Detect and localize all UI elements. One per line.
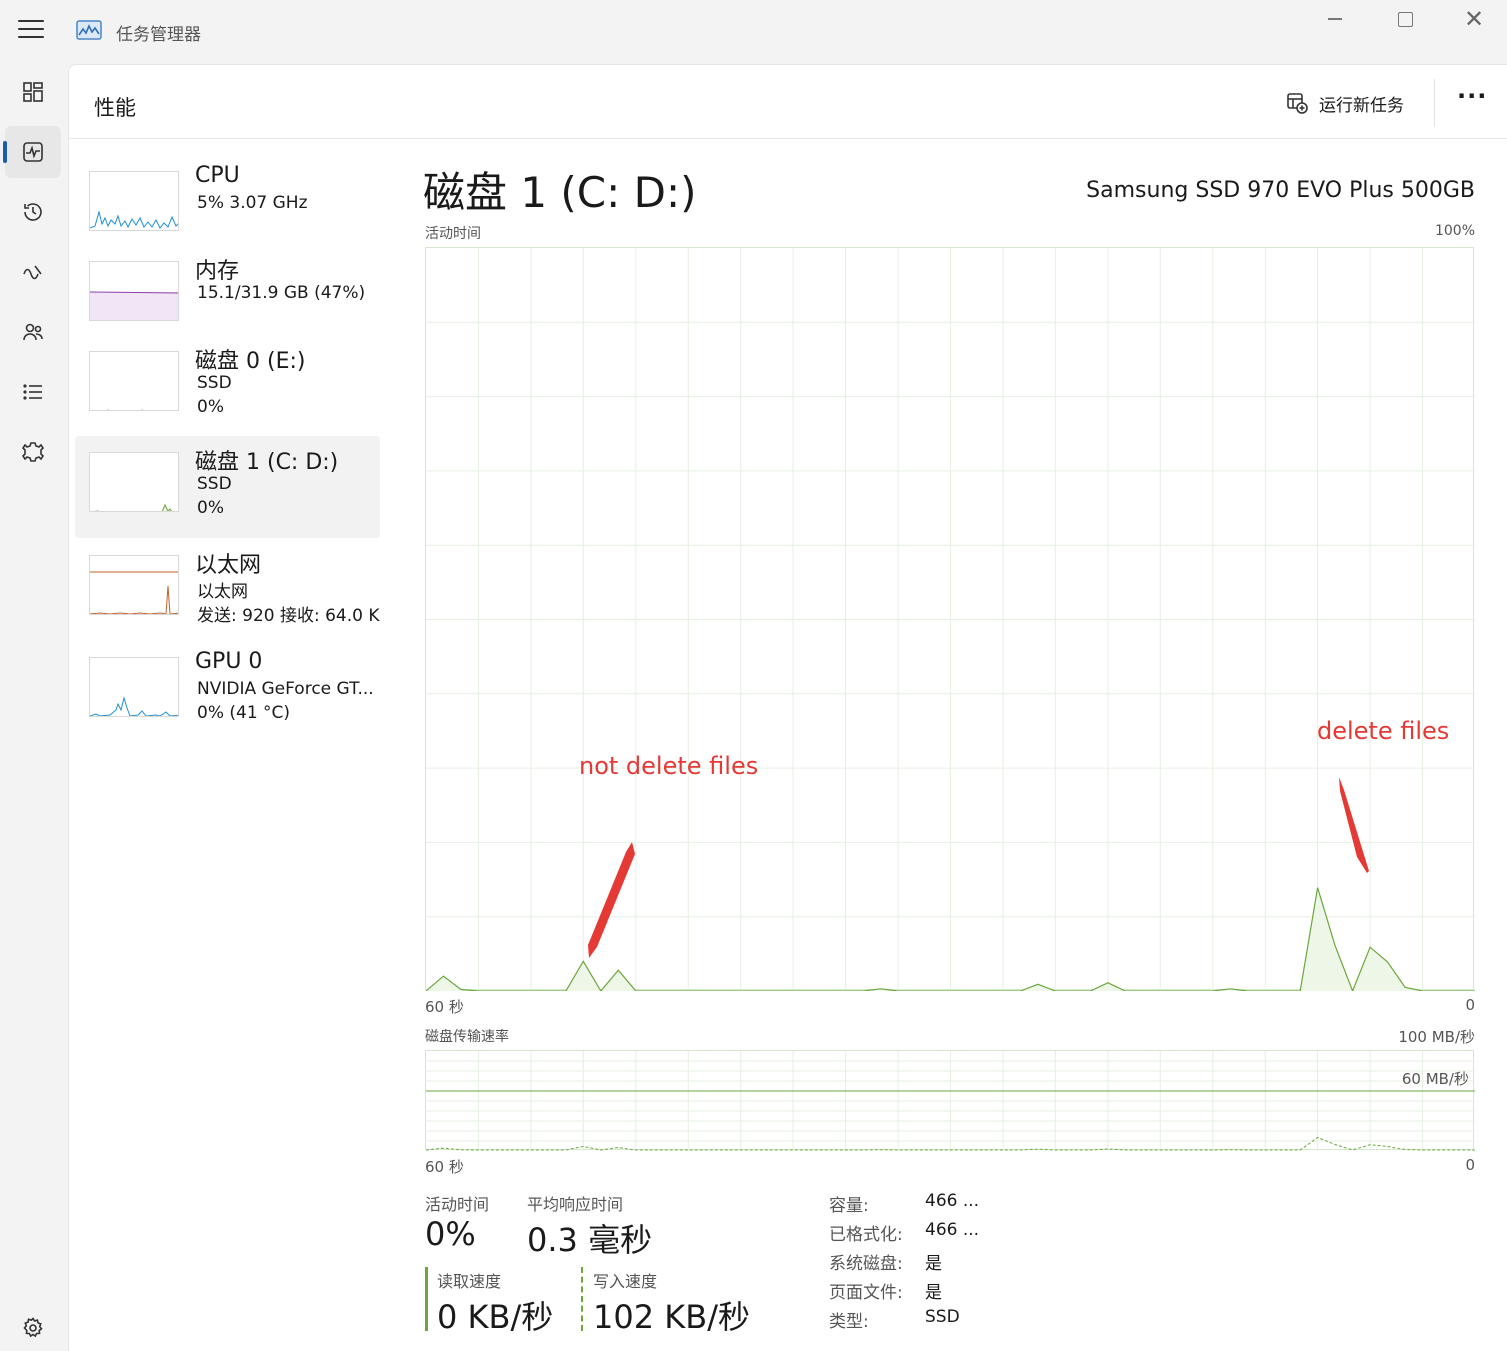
transfer-graph-svg [426, 1051, 1475, 1151]
nav-startup-apps-icon[interactable] [5, 246, 61, 298]
transfer-time-left: 60 秒 [425, 1158, 464, 1176]
avg-response-label: 平均响应时间 [527, 1195, 624, 1214]
hamburger-menu-icon[interactable] [18, 20, 44, 44]
property-page-file-value: 是 [925, 1283, 942, 1303]
activity-time-left: 60 秒 [425, 998, 464, 1016]
disk-model: Samsung SSD 970 EVO Plus 500GB [1086, 178, 1475, 203]
read-speed-value: 0 KB/秒 [437, 1298, 554, 1336]
transfer-graph-label: 磁盘传输速率 [425, 1029, 509, 1045]
nav-services-icon[interactable] [5, 426, 61, 478]
title-bar: 任务管理器 ✕ [0, 0, 1507, 64]
property-formatted-value: 466 ... [925, 1220, 980, 1240]
nav-details-icon[interactable] [5, 366, 61, 418]
main-panel: 性能 运行新任务 ··· CPU 5% 3.07 GHz 内存 15.1/31.… [68, 64, 1507, 1351]
device-throughput: 发送: 920 接收: 64.0 K [197, 606, 380, 626]
write-speed-value: 102 KB/秒 [593, 1298, 750, 1336]
annotation-not-delete-files: not delete files [579, 752, 759, 780]
annotation-delete-files: delete files [1317, 717, 1450, 745]
device-name: CPU [195, 163, 240, 188]
property-formatted-key: 已格式化: [829, 1225, 903, 1245]
device-detail: 15.1/31.9 GB (47%) [197, 283, 366, 303]
device-usage: 0% (41 °C) [197, 703, 291, 723]
device-disk-0[interactable]: 磁盘 0 (E:) SSD 0% [75, 335, 380, 437]
device-name: 磁盘 0 (E:) [195, 349, 306, 374]
transfer-graph-max: 100 MB/秒 [1398, 1028, 1475, 1046]
device-memory[interactable]: 内存 15.1/31.9 GB (47%) [75, 245, 380, 347]
read-speed-bar [425, 1267, 428, 1331]
transfer-graph-mid: 60 MB/秒 [1401, 1070, 1469, 1088]
write-speed-bar [581, 1267, 583, 1331]
memory-thumbnail [89, 261, 179, 321]
device-disk-1[interactable]: 磁盘 1 (C: D:) SSD 0% [75, 436, 380, 538]
more-options-button[interactable]: ··· [1457, 84, 1487, 115]
task-manager-app-icon [76, 18, 102, 42]
device-type: SSD [197, 373, 232, 393]
property-system-disk-value: 是 [925, 1254, 942, 1274]
property-type-value: SSD [925, 1307, 960, 1327]
device-ethernet[interactable]: 以太网 以太网 发送: 920 接收: 64.0 K [75, 539, 380, 641]
window-title: 任务管理器 [116, 25, 201, 45]
transfer-time-right: 0 [1465, 1156, 1475, 1174]
nav-app-history-icon[interactable] [5, 186, 61, 238]
device-usage: 0% [197, 498, 224, 518]
device-gpu-0[interactable]: GPU 0 NVIDIA GeForce GT... 0% (41 °C) [75, 641, 380, 743]
device-subtitle: 以太网 [197, 582, 248, 602]
device-name: 磁盘 1 (C: D:) [195, 450, 339, 475]
device-name: GPU 0 [195, 649, 263, 674]
nav-performance-icon[interactable] [3, 126, 61, 178]
property-page-file-key: 页面文件: [829, 1283, 903, 1303]
maximize-button[interactable] [1383, 8, 1427, 32]
device-cpu[interactable]: CPU 5% 3.07 GHz [75, 155, 380, 257]
activity-graph-svg [426, 248, 1475, 991]
activity-time-right: 0 [1465, 996, 1475, 1014]
nav-processes-icon[interactable] [5, 66, 61, 118]
run-new-task-button[interactable]: 运行新任务 [1285, 89, 1404, 117]
nav-settings-gear-icon[interactable] [5, 1302, 61, 1351]
activity-graph-label: 活动时间 [425, 226, 481, 242]
transfer-graph [425, 1050, 1475, 1151]
activity-graph [425, 247, 1475, 991]
device-usage: 0% [197, 397, 224, 417]
device-detail: 5% 3.07 GHz [197, 193, 308, 213]
minimize-button[interactable] [1316, 8, 1360, 32]
avg-response-value: 0.3 毫秒 [527, 1221, 653, 1259]
property-capacity-value: 466 ... [925, 1191, 980, 1211]
activity-graph-max: 100% [1434, 223, 1475, 239]
write-speed-label: 写入速度 [593, 1272, 658, 1291]
cpu-thumbnail [89, 171, 179, 231]
device-name: 内存 [195, 259, 240, 284]
active-time-label: 活动时间 [425, 1195, 490, 1214]
close-button[interactable]: ✕ [1452, 7, 1496, 32]
property-type-key: 类型: [829, 1312, 869, 1332]
read-speed-label: 读取速度 [437, 1272, 502, 1291]
header-divider [1434, 79, 1435, 127]
disk-0-thumbnail [89, 351, 179, 411]
run-new-task-icon [1287, 93, 1308, 114]
nav-users-icon[interactable] [5, 306, 61, 358]
disk-1-thumbnail [89, 452, 179, 512]
active-time-value: 0% [425, 1215, 476, 1253]
property-system-disk-key: 系统磁盘: [829, 1254, 903, 1274]
disk-title: 磁盘 1 (C: D:) [423, 168, 697, 217]
device-type: SSD [197, 474, 232, 494]
device-model: NVIDIA GeForce GT... [197, 679, 374, 699]
ethernet-thumbnail [89, 555, 179, 615]
panel-header: 性能 运行新任务 ··· [69, 65, 1507, 139]
page-title: 性能 [94, 96, 136, 120]
run-new-task-label: 运行新任务 [1319, 95, 1404, 116]
device-name: 以太网 [195, 553, 262, 578]
gpu-0-thumbnail [89, 657, 179, 717]
property-capacity-key: 容量: [829, 1196, 869, 1216]
